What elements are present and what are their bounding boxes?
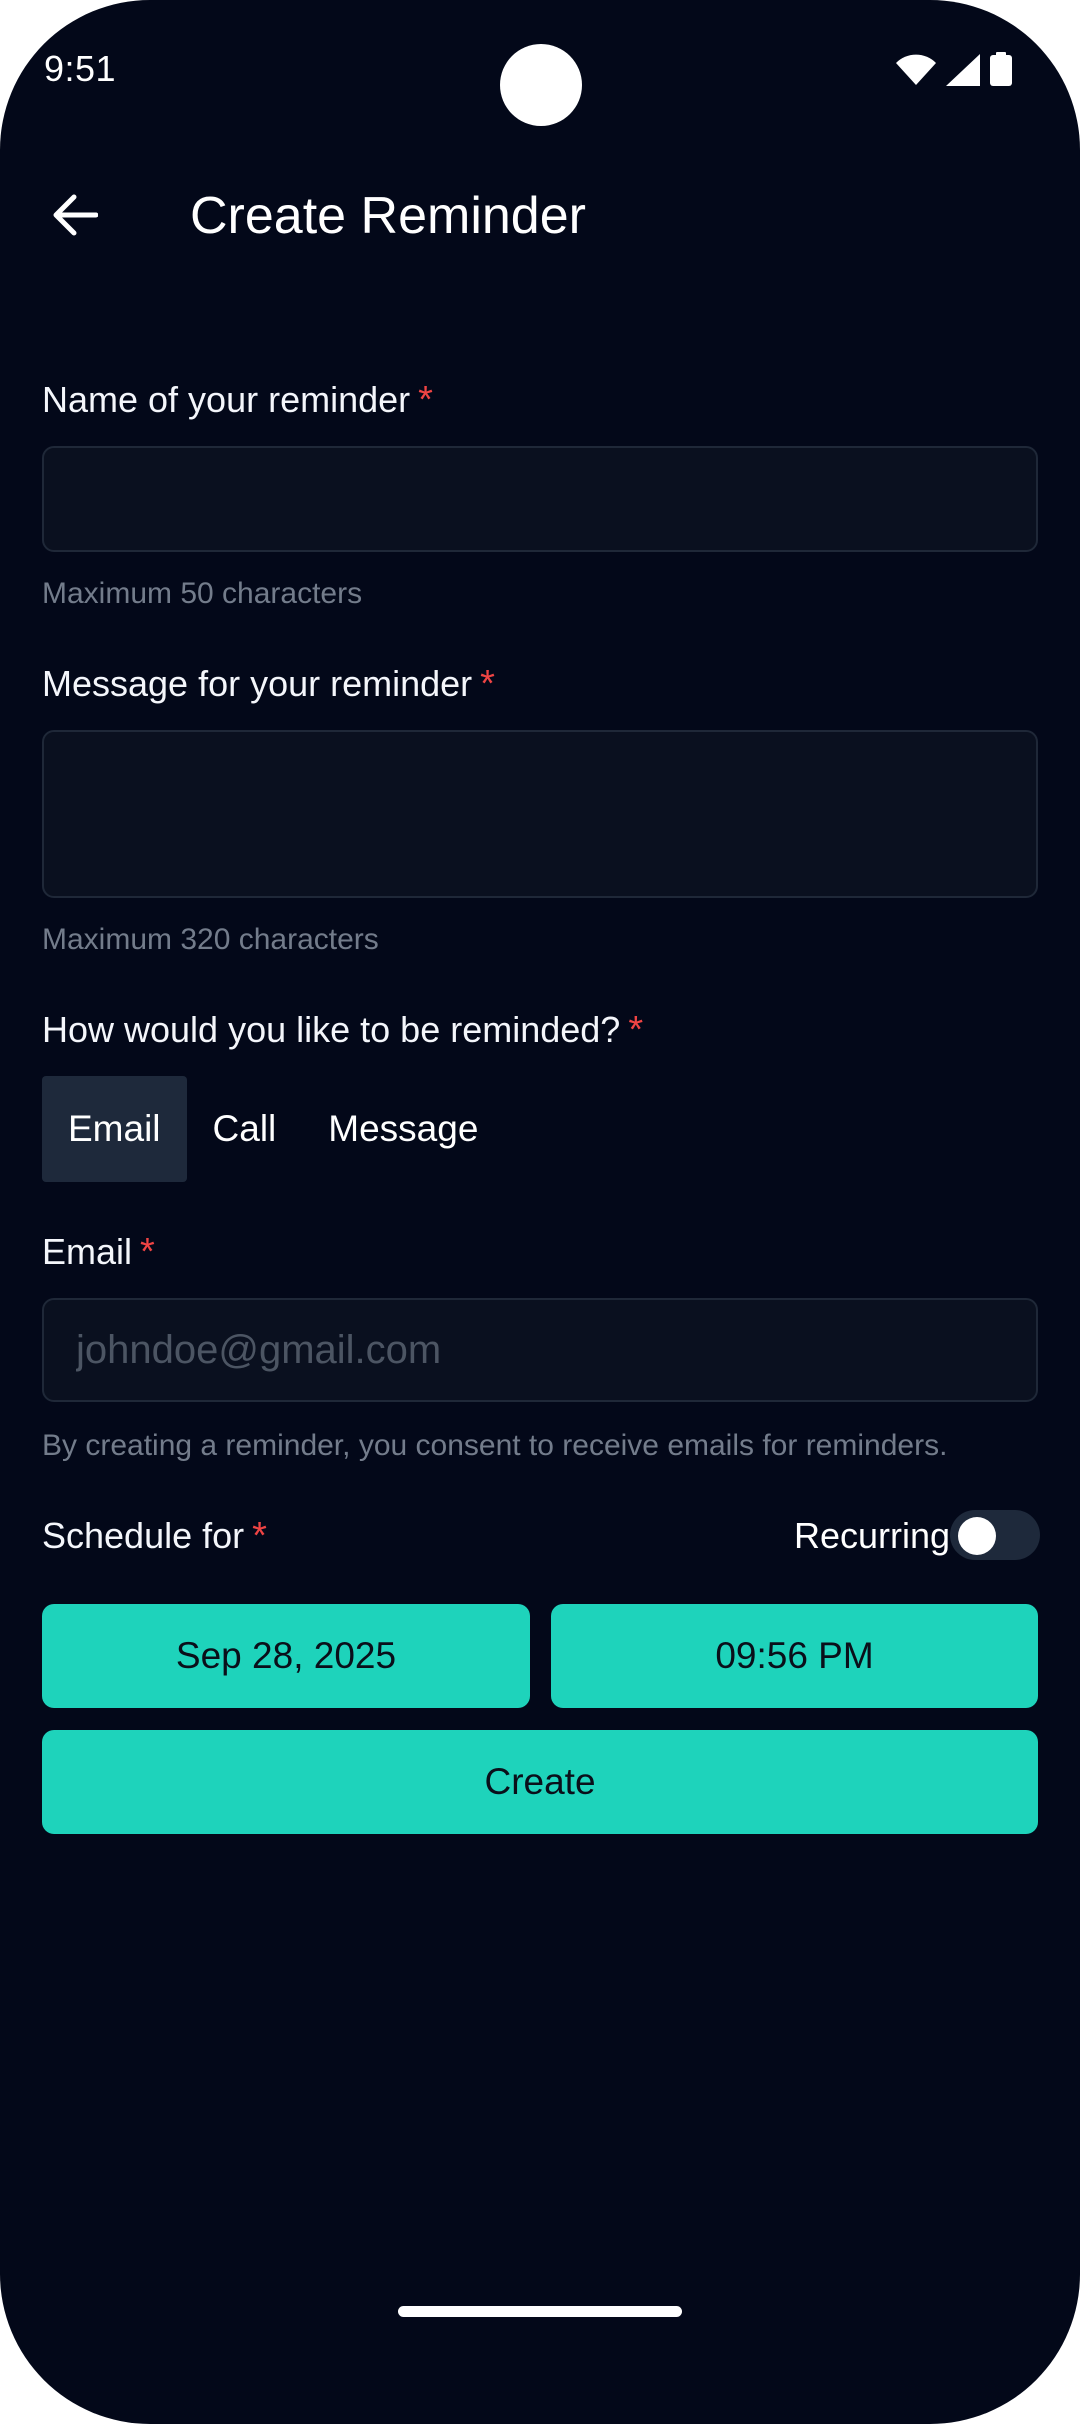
date-picker-button[interactable]: Sep 28, 2025 <box>42 1604 530 1708</box>
email-label-text: Email <box>42 1231 133 1272</box>
battery-icon <box>990 52 1012 86</box>
home-indicator[interactable] <box>398 2306 682 2317</box>
name-helper-text: Maximum 50 characters <box>42 577 363 610</box>
reminder-name-input[interactable] <box>42 446 1038 552</box>
name-label: Name of your reminder * <box>42 378 433 422</box>
required-mark: * <box>140 1231 155 1273</box>
create-button[interactable]: Create <box>42 1730 1038 1834</box>
required-mark: * <box>628 1009 644 1051</box>
email-label: Email * <box>42 1230 155 1274</box>
reminder-method-selector: Email Call Message <box>42 1076 504 1182</box>
method-label: How would you like to be reminded? * <box>42 1008 643 1052</box>
required-mark: * <box>418 379 433 421</box>
email-consent-text: By creating a reminder, you consent to r… <box>42 1429 948 1462</box>
email-input[interactable] <box>42 1298 1038 1402</box>
method-option-message[interactable]: Message <box>302 1076 504 1182</box>
reminder-message-input[interactable] <box>42 730 1038 898</box>
recurring-toggle[interactable] <box>950 1510 1040 1560</box>
method-option-call[interactable]: Call <box>187 1076 303 1182</box>
schedule-label: Schedule for * <box>42 1514 267 1558</box>
app-screen: 9:51 Create Reminder Name of your remind… <box>0 0 1080 2424</box>
arrow-back-icon <box>53 194 98 236</box>
wifi-icon <box>896 54 936 85</box>
method-label-text: How would you like to be reminded? <box>42 1009 621 1050</box>
required-mark: * <box>252 1515 267 1557</box>
page-title: Create Reminder <box>190 187 586 245</box>
message-helper-text: Maximum 320 characters <box>42 923 379 956</box>
name-label-text: Name of your reminder <box>42 379 411 420</box>
status-icons <box>896 52 1012 86</box>
time-picker-button[interactable]: 09:56 PM <box>551 1604 1038 1708</box>
toggle-knob <box>958 1517 996 1555</box>
signal-icon <box>946 54 980 86</box>
method-option-email[interactable]: Email <box>42 1076 187 1182</box>
schedule-label-text: Schedule for <box>42 1515 245 1556</box>
required-mark: * <box>480 663 495 705</box>
message-label-text: Message for your reminder <box>42 663 473 704</box>
status-time: 9:51 <box>44 48 117 89</box>
message-label: Message for your reminder * <box>42 662 495 706</box>
recurring-label: Recurring <box>794 1515 951 1556</box>
back-button[interactable] <box>40 180 110 250</box>
camera-cutout <box>500 44 582 126</box>
